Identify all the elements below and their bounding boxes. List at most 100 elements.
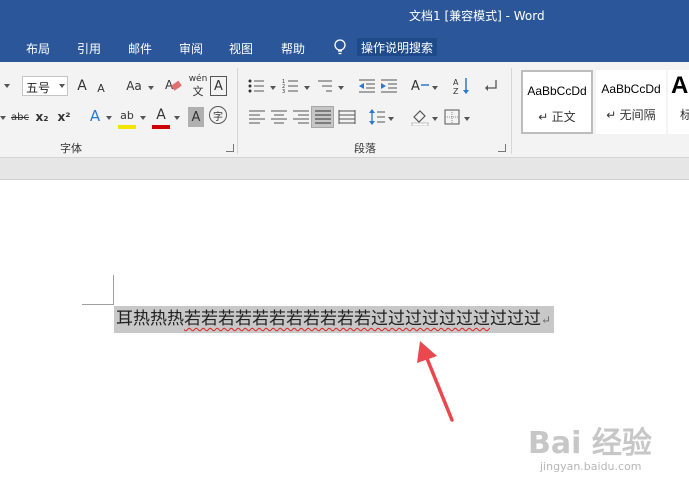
svg-text:A: A (453, 78, 459, 87)
justify-button[interactable] (311, 106, 334, 128)
multilevel-list-icon[interactable] (316, 78, 334, 94)
baidu-watermark: Bai 经验 (528, 418, 652, 462)
align-center-icon[interactable] (270, 109, 288, 125)
show-marks-icon[interactable] (484, 78, 500, 94)
decrease-indent-icon[interactable] (358, 78, 376, 94)
font-color-glyph: A (156, 107, 166, 123)
chinese-layout-icon[interactable]: A (410, 77, 430, 95)
chevron-down-icon (0, 116, 6, 120)
ribbon: 五号 A A Aa A wén 文 A abc x₂ x² A ab A A 字… (0, 62, 689, 158)
svg-text:Z: Z (453, 87, 459, 96)
chevron-down-icon (148, 86, 154, 90)
character-border-button[interactable]: A (210, 76, 227, 96)
red-arrow-annotation (417, 341, 454, 422)
style-name: ↵ 无间隔 (606, 108, 656, 122)
change-case-glyph: Aa (126, 79, 142, 93)
chevron-down-icon (59, 84, 65, 88)
highlight-color-bar (118, 125, 136, 129)
paragraph-mark: ↵ (541, 313, 552, 327)
shading-icon[interactable] (410, 108, 430, 126)
font-name-dropdown[interactable] (0, 76, 12, 96)
highlight-glyph: ab (120, 108, 134, 122)
shrink-font-button[interactable]: A (94, 78, 108, 98)
font-group-label: 字体 (60, 142, 82, 155)
chevron-down-icon (464, 117, 470, 121)
borders-icon[interactable] (444, 109, 460, 125)
paragraph-dialog-launcher[interactable] (498, 144, 506, 152)
text-misspelled: 若若若若若若若若若若若过过过过过过过 (184, 309, 490, 329)
style-sample: AaBbCcDd (601, 82, 661, 96)
ribbon-tabs: 布局 引用 邮件 审阅 视图 帮助 操作说明搜索 (0, 32, 689, 62)
tab-references[interactable]: 引用 (77, 40, 101, 57)
group-separator (237, 68, 238, 154)
chevron-down-icon (338, 86, 344, 90)
align-right-icon[interactable] (292, 109, 310, 125)
style-name: 标 (680, 108, 689, 122)
tab-review[interactable]: 审阅 (179, 40, 203, 57)
character-shading-button[interactable]: A (188, 107, 204, 127)
grow-font-button[interactable]: A (74, 76, 90, 96)
chevron-down-icon (174, 116, 180, 120)
tab-view[interactable]: 视图 (229, 40, 253, 57)
font-dialog-launcher[interactable] (226, 144, 234, 152)
font-size-value: 五号 (26, 81, 51, 95)
line-spacing-icon[interactable] (368, 108, 386, 126)
phonetic-guide-button[interactable]: wén 文 (188, 74, 208, 98)
style-normal[interactable]: AaBbCcDd ↵ 正文 (521, 70, 593, 134)
strikethrough-button[interactable]: abc (9, 107, 31, 127)
subscript-glyph: x₂ (35, 110, 49, 124)
tell-me-search[interactable]: 操作说明搜索 (357, 38, 438, 56)
style-sample: AaBbCcDd (527, 84, 587, 98)
margin-marker-vertical (113, 275, 114, 305)
change-case-button[interactable]: Aa (121, 76, 147, 96)
subscript-button[interactable]: x₂ (33, 107, 51, 127)
text-plain: 耳热热热 (116, 309, 184, 329)
clear-formatting-icon[interactable]: A (164, 76, 184, 96)
svg-text:3: 3 (282, 89, 285, 94)
tab-layout[interactable]: 布局 (26, 40, 50, 57)
chevron-down-icon (270, 86, 276, 90)
text-effects-button[interactable]: A (86, 106, 104, 126)
bullets-icon[interactable] (248, 78, 266, 94)
style-sample: A (671, 72, 689, 99)
title-bar: 文档1 [兼容模式] - Word (0, 0, 689, 32)
character-border-glyph: A (214, 78, 223, 94)
style-heading-1[interactable]: A 标 (668, 70, 689, 134)
style-no-spacing[interactable]: AaBbCcDd ↵ 无间隔 (596, 70, 666, 134)
svg-text:A: A (411, 79, 420, 94)
distributed-icon[interactable] (338, 109, 356, 125)
numbering-icon[interactable]: 123 (282, 78, 300, 94)
font-size-dropdown[interactable]: 五号 (22, 76, 68, 96)
increase-indent-icon[interactable] (380, 78, 398, 94)
window-title: 文档1 [兼容模式] - Word (409, 9, 545, 23)
highlight-button[interactable]: ab (118, 105, 136, 125)
grow-font-glyph: A (77, 78, 87, 94)
watermark-url: jingyan.baidu.com (540, 460, 642, 473)
shrink-font-glyph: A (97, 81, 105, 95)
superscript-glyph: x² (57, 110, 71, 124)
text-tail: 过过过 (490, 309, 541, 329)
superscript-button[interactable]: x² (55, 107, 73, 127)
lightbulb-icon[interactable] (332, 38, 348, 56)
chevron-down-icon (106, 116, 112, 120)
phonetic-bottom: 文 (192, 85, 204, 98)
chevron-down-icon (140, 116, 146, 120)
chevron-down-icon (388, 117, 394, 121)
enclose-characters-button[interactable]: 字 (209, 106, 227, 124)
font-color-bar (152, 125, 170, 129)
font-color-button[interactable]: A (152, 105, 170, 125)
tab-mailings[interactable]: 邮件 (128, 40, 152, 57)
justify-icon (315, 110, 331, 124)
strikethrough-glyph: abc (11, 111, 29, 123)
style-name: ↵ 正文 (538, 110, 576, 124)
sort-icon[interactable]: AZ (452, 76, 472, 96)
ruler-area (0, 158, 689, 180)
margin-marker-horizontal (82, 304, 113, 305)
chevron-down-icon (4, 84, 10, 88)
selected-text-line[interactable]: 耳热热热若若若若若若若若若若若过过过过过过过过过过↵ (114, 306, 555, 333)
align-left-icon[interactable] (248, 109, 266, 125)
tab-help[interactable]: 帮助 (281, 40, 305, 57)
chevron-down-icon (304, 86, 310, 90)
chevron-down-icon (432, 117, 438, 121)
group-separator (511, 68, 512, 154)
